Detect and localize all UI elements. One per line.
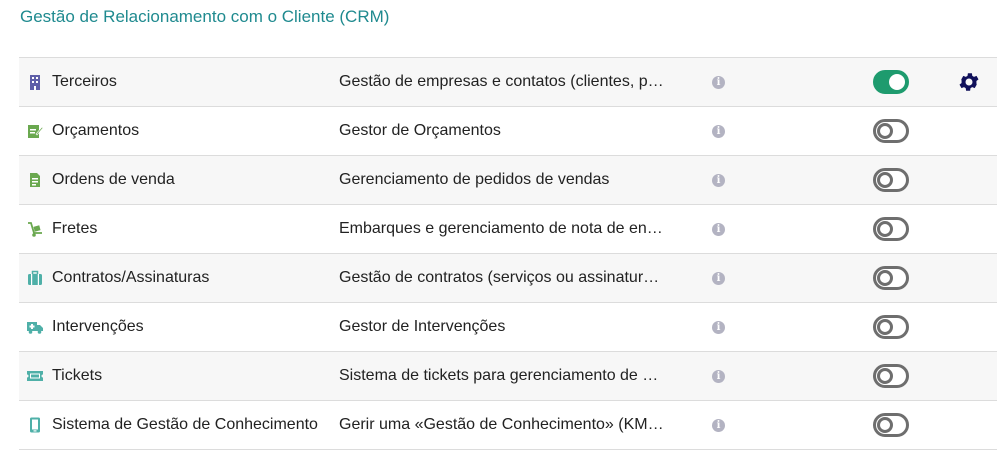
module-toggle-intervencoes[interactable] — [873, 315, 909, 339]
info-icon[interactable]: i — [712, 76, 725, 89]
module-description: Gestor de Orçamentos — [339, 122, 501, 139]
section-title: Gestão de Relacionamento com o Cliente (… — [20, 7, 390, 26]
toggle-knob — [877, 319, 893, 335]
module-toggle-tickets[interactable] — [873, 364, 909, 388]
module-name: Tickets — [52, 367, 103, 384]
toggle-knob — [877, 172, 893, 188]
module-row-tickets: Tickets Sistema de tickets para gerencia… — [19, 352, 997, 401]
building-icon — [27, 74, 43, 90]
toggle-knob — [877, 270, 893, 286]
module-row-intervencoes: Intervenções Gestor de Intervenções i — [19, 303, 997, 352]
module-description: Gestão de contratos (serviços ou assinat… — [339, 269, 660, 286]
info-icon[interactable]: i — [712, 419, 725, 432]
info-icon[interactable]: i — [712, 321, 725, 334]
module-toggle-contratos[interactable] — [873, 266, 909, 290]
module-toggle-fretes[interactable] — [873, 217, 909, 241]
ticket-icon — [27, 368, 43, 384]
module-toggle-conhecimento[interactable] — [873, 413, 909, 437]
module-description: Gestor de Intervenções — [339, 318, 506, 335]
module-name: Terceiros — [52, 73, 117, 90]
module-description: Embarques e gerenciamento de nota de en… — [339, 220, 663, 237]
module-toggle-terceiros[interactable] — [873, 70, 909, 94]
suitcase-icon — [27, 270, 43, 286]
toggle-knob — [877, 417, 893, 433]
modules-table: Terceiros Gestão de empresas e contatos … — [19, 57, 997, 450]
module-toggle-ordens-de-venda[interactable] — [873, 168, 909, 192]
module-name: Sistema de Gestão de Conhecimento — [52, 416, 318, 433]
toggle-knob — [877, 123, 893, 139]
dolly-icon — [27, 221, 43, 237]
module-row-fretes: Fretes Embarques e gerenciamento de nota… — [19, 205, 997, 254]
proposal-edit-icon — [27, 123, 43, 139]
info-icon[interactable]: i — [712, 272, 725, 285]
info-icon[interactable]: i — [712, 370, 725, 383]
module-name: Intervenções — [52, 318, 144, 335]
module-row-contratos: Contratos/Assinaturas Gestão de contrato… — [19, 254, 997, 303]
mobile-icon — [27, 417, 43, 433]
module-description: Sistema de tickets para gerenciamento de… — [339, 367, 659, 384]
document-icon — [27, 172, 43, 188]
module-description: Gerenciamento de pedidos de vendas — [339, 171, 610, 188]
module-description: Gerir uma «Gestão de Conhecimento» (KM… — [339, 416, 664, 433]
module-row-conhecimento: Sistema de Gestão de Conhecimento Gerir … — [19, 401, 997, 450]
module-name: Ordens de venda — [52, 171, 175, 188]
info-icon[interactable]: i — [712, 125, 725, 138]
toggle-knob — [889, 74, 905, 90]
gear-icon[interactable] — [957, 70, 981, 94]
toggle-knob — [877, 368, 893, 384]
module-name: Fretes — [52, 220, 98, 237]
module-name: Orçamentos — [52, 122, 140, 139]
toggle-knob — [877, 221, 893, 237]
module-row-ordens-de-venda: Ordens de venda Gerenciamento de pedidos… — [19, 156, 997, 205]
module-row-orcamentos: Orçamentos Gestor de Orçamentos i — [19, 107, 997, 156]
module-toggle-orcamentos[interactable] — [873, 119, 909, 143]
module-name: Contratos/Assinaturas — [52, 269, 210, 286]
info-icon[interactable]: i — [712, 223, 725, 236]
info-icon[interactable]: i — [712, 174, 725, 187]
module-description: Gestão de empresas e contatos (clientes,… — [339, 73, 664, 90]
module-row-terceiros: Terceiros Gestão de empresas e contatos … — [19, 58, 997, 107]
ambulance-icon — [27, 319, 43, 335]
